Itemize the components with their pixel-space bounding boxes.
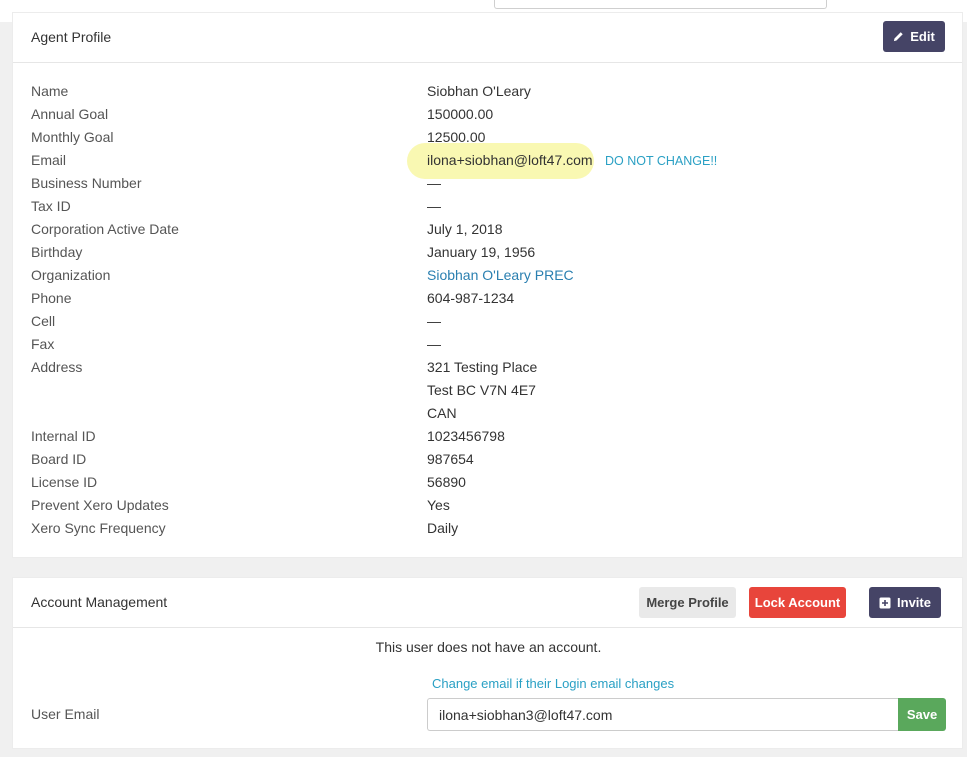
profile-row: Business Number — xyxy=(31,175,951,198)
profile-row: Tax ID — xyxy=(31,198,951,221)
field-value: 12500.00 xyxy=(427,129,486,145)
field-label: Monthly Goal xyxy=(31,129,114,145)
agent-profile-panel: Agent Profile Edit DO NOT CHANGE!! Name S… xyxy=(12,12,963,558)
save-button[interactable]: Save xyxy=(898,698,946,731)
plus-square-icon xyxy=(879,597,891,609)
field-value: Test BC V7N 4E7 xyxy=(427,382,536,398)
merge-profile-button[interactable]: Merge Profile xyxy=(639,587,736,618)
profile-row: Cell — xyxy=(31,313,951,336)
field-label: Fax xyxy=(31,336,55,352)
field-value: 1023456798 xyxy=(427,428,505,444)
field-value: — xyxy=(427,336,441,352)
edit-button[interactable]: Edit xyxy=(883,21,945,52)
panel-title: Account Management xyxy=(31,594,168,610)
field-label: Xero Sync Frequency xyxy=(31,520,166,536)
account-management-panel: Account Management Merge Profile Lock Ac… xyxy=(12,577,963,749)
profile-row: Internal ID 1023456798 xyxy=(31,428,951,451)
profile-row: Name Siobhan O'Leary xyxy=(31,83,951,106)
lock-account-button[interactable]: Lock Account xyxy=(749,587,846,618)
field-value: CAN xyxy=(427,405,457,421)
account-management-header: Account Management Merge Profile Lock Ac… xyxy=(13,578,962,628)
profile-row: Address 321 Testing Place xyxy=(31,359,951,382)
profile-row: Organization Siobhan O'Leary PREC xyxy=(31,267,951,290)
invite-button[interactable]: Invite xyxy=(869,587,941,618)
profile-row: Birthday January 19, 1956 xyxy=(31,244,951,267)
field-label: Birthday xyxy=(31,244,83,260)
agent-profile-header: Agent Profile Edit xyxy=(13,13,962,63)
profile-row: Phone 604-987-1234 xyxy=(31,290,951,313)
field-value: 987654 xyxy=(427,451,474,467)
search-input[interactable] xyxy=(494,0,827,9)
profile-row: Board ID 987654 xyxy=(31,451,951,474)
profile-row: Annual Goal 150000.00 xyxy=(31,106,951,129)
field-value: July 1, 2018 xyxy=(427,221,503,237)
field-value: January 19, 1956 xyxy=(427,244,536,260)
field-label: License ID xyxy=(31,474,98,490)
profile-row: Monthly Goal 12500.00 xyxy=(31,129,951,152)
field-value: ilona+siobhan@loft47.com xyxy=(427,152,593,168)
change-email-note: Change email if their Login email change… xyxy=(432,676,675,691)
field-value: 604-987-1234 xyxy=(427,290,515,306)
field-label: Annual Goal xyxy=(31,106,109,122)
field-label: Phone xyxy=(31,290,72,306)
field-value: — xyxy=(427,175,441,191)
field-label: Internal ID xyxy=(31,428,96,444)
pencil-icon xyxy=(893,31,904,42)
field-label: Email xyxy=(31,152,67,168)
field-value: — xyxy=(427,198,441,214)
field-value: 150000.00 xyxy=(427,106,494,122)
user-email-label: User Email xyxy=(31,706,100,722)
profile-row: Xero Sync Frequency Daily xyxy=(31,520,951,543)
field-value: Yes xyxy=(427,497,450,513)
field-value: 56890 xyxy=(427,474,466,490)
user-email-input[interactable] xyxy=(427,698,899,731)
profile-row: License ID 56890 xyxy=(31,474,951,497)
field-label: Cell xyxy=(31,313,56,329)
field-value: — xyxy=(427,313,441,329)
profile-row: Corporation Active Date July 1, 2018 xyxy=(31,221,951,244)
field-label: Corporation Active Date xyxy=(31,221,179,237)
field-value: 321 Testing Place xyxy=(427,359,538,375)
profile-row: Test BC V7N 4E7 xyxy=(31,382,951,405)
field-value: Daily xyxy=(427,520,459,536)
field-label: Prevent Xero Updates xyxy=(31,497,169,513)
field-label: Name xyxy=(31,83,69,99)
field-label: Tax ID xyxy=(31,198,71,214)
profile-row: Fax — xyxy=(31,336,951,359)
field-label: Board ID xyxy=(31,451,87,467)
no-account-message: This user does not have an account. xyxy=(375,639,602,655)
profile-row: Prevent Xero Updates Yes xyxy=(31,497,951,520)
field-label: Address xyxy=(31,359,83,375)
panel-title: Agent Profile xyxy=(31,29,112,45)
field-value: Siobhan O'Leary xyxy=(427,83,531,99)
organization-link[interactable]: Siobhan O'Leary PREC xyxy=(427,267,574,283)
edit-button-label: Edit xyxy=(910,29,935,44)
profile-row: Email ilona+siobhan@loft47.com xyxy=(31,152,951,175)
profile-row: CAN xyxy=(31,405,951,428)
invite-button-label: Invite xyxy=(897,595,931,610)
field-label: Business Number xyxy=(31,175,142,191)
field-label: Organization xyxy=(31,267,111,283)
